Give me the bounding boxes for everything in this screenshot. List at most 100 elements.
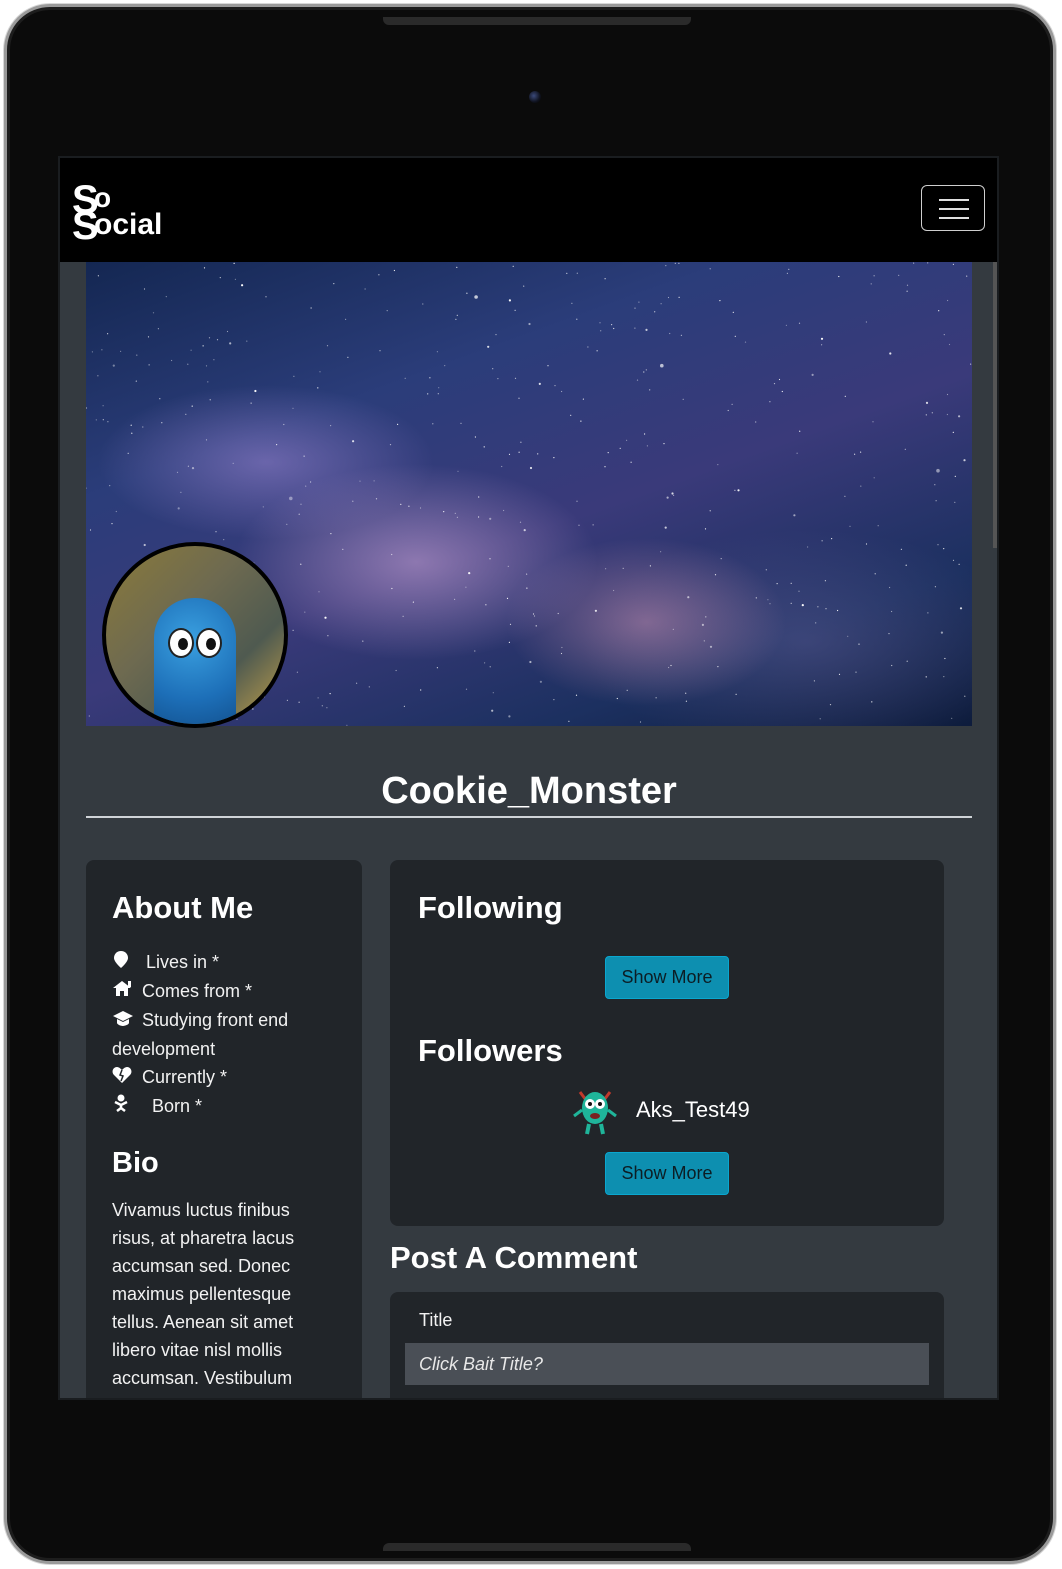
star xyxy=(931,412,933,414)
star xyxy=(844,495,846,497)
star xyxy=(793,514,796,517)
star xyxy=(501,465,503,468)
title-input[interactable] xyxy=(405,1343,929,1385)
star xyxy=(523,529,526,532)
star xyxy=(489,558,491,560)
star xyxy=(966,275,968,277)
star xyxy=(905,564,907,566)
star xyxy=(889,352,892,355)
star xyxy=(673,494,675,496)
star xyxy=(769,603,771,605)
hamburger-line xyxy=(939,199,969,201)
star xyxy=(951,717,953,719)
star xyxy=(520,441,522,443)
following-show-more-button[interactable]: Show More xyxy=(605,956,729,999)
star xyxy=(460,422,462,424)
star xyxy=(185,413,187,415)
star xyxy=(872,421,874,423)
star xyxy=(964,695,966,697)
avatar-eye xyxy=(196,628,222,658)
star xyxy=(838,275,840,278)
star xyxy=(191,405,193,407)
star xyxy=(368,686,370,688)
star xyxy=(538,382,541,385)
so-social-logo[interactable]: So Social xyxy=(72,178,168,248)
star xyxy=(778,378,781,381)
star xyxy=(246,340,248,342)
star xyxy=(342,548,344,550)
star xyxy=(318,591,320,593)
star xyxy=(120,350,122,352)
star xyxy=(507,565,509,567)
star xyxy=(226,330,229,333)
star xyxy=(611,324,613,326)
star xyxy=(891,610,893,613)
star xyxy=(943,548,945,550)
star xyxy=(111,523,113,525)
star xyxy=(102,419,104,421)
star xyxy=(639,721,642,723)
star xyxy=(838,673,841,675)
hamburger-line xyxy=(939,208,969,210)
star xyxy=(317,697,319,699)
star xyxy=(954,501,956,503)
star xyxy=(571,302,573,304)
about-item-label: Born * xyxy=(152,1096,203,1116)
star xyxy=(444,365,446,367)
follower-name[interactable]: Aks_Test49 xyxy=(636,1097,750,1123)
star xyxy=(303,455,305,457)
star xyxy=(734,489,736,491)
star xyxy=(148,364,150,366)
device-top-edge xyxy=(383,17,691,25)
graduation-cap-icon xyxy=(112,1007,133,1035)
star xyxy=(786,272,789,274)
star xyxy=(286,523,288,525)
star xyxy=(216,339,219,341)
star xyxy=(101,349,103,351)
star xyxy=(644,433,646,435)
star xyxy=(703,640,705,642)
star xyxy=(438,387,440,389)
star xyxy=(925,401,929,404)
star xyxy=(300,503,302,505)
star xyxy=(811,373,814,376)
star xyxy=(526,587,528,589)
avatar-eye xyxy=(168,628,194,658)
star xyxy=(232,462,234,464)
star xyxy=(769,401,771,403)
star xyxy=(798,590,800,592)
star xyxy=(283,423,285,426)
star xyxy=(514,309,516,311)
star xyxy=(575,694,578,696)
star xyxy=(427,393,429,395)
star xyxy=(503,509,505,512)
follower-item[interactable]: Aks_Test49 xyxy=(572,1082,750,1138)
star xyxy=(454,512,456,514)
star xyxy=(492,692,494,694)
about-item-born: Born * xyxy=(112,1092,336,1121)
star xyxy=(171,359,173,362)
star xyxy=(906,284,909,286)
star xyxy=(474,436,476,438)
star xyxy=(663,443,665,445)
star xyxy=(952,559,955,561)
star xyxy=(532,613,535,615)
star xyxy=(456,516,458,518)
post-comment-heading: Post A Comment xyxy=(390,1240,638,1275)
star xyxy=(664,526,667,529)
menu-toggle-button[interactable] xyxy=(921,185,985,231)
followers-show-more-button[interactable]: Show More xyxy=(605,1152,729,1195)
star xyxy=(578,524,580,526)
star xyxy=(785,324,788,326)
star xyxy=(474,295,478,299)
star xyxy=(952,263,955,265)
scrollbar-thumb[interactable] xyxy=(993,262,997,548)
star xyxy=(900,548,903,550)
star xyxy=(436,667,438,669)
star xyxy=(666,496,669,499)
star xyxy=(519,521,522,523)
star xyxy=(327,635,329,637)
star xyxy=(744,341,747,343)
star xyxy=(668,666,670,669)
star xyxy=(389,444,392,446)
